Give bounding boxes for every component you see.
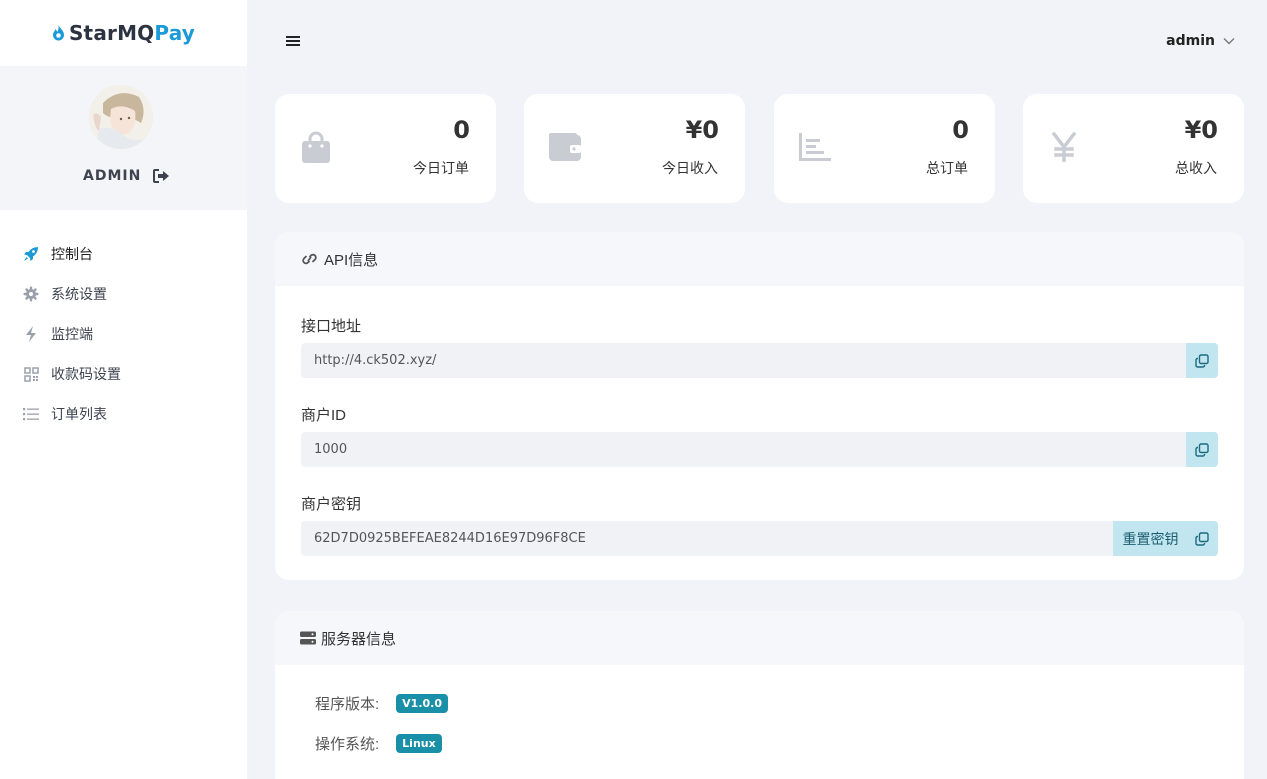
- user-dropdown-name: admin: [1166, 33, 1215, 49]
- copy-merchant-id-button[interactable]: [1186, 432, 1218, 467]
- brand-name-part2: Pay: [154, 21, 196, 45]
- api-url-label: 接口地址: [301, 318, 362, 335]
- sidebar-item-label: 控制台: [51, 246, 93, 262]
- link-icon: [300, 251, 319, 267]
- api-info-card: API信息 接口地址 商户ID 商户密钥 重置密钥: [275, 232, 1244, 580]
- reset-key-button[interactable]: 重置密钥: [1113, 521, 1218, 556]
- top-bar: admin: [247, 0, 1267, 84]
- sidebar-nav: 控制台 系统设置 监控端 收款码设置 订单列表: [0, 234, 247, 434]
- sidebar-item-label: 收款码设置: [51, 366, 121, 382]
- reset-key-label: 重置密钥: [1122, 530, 1179, 547]
- card-title: API信息: [324, 251, 379, 269]
- stat-card-today-income: ¥0 今日收入: [524, 94, 745, 203]
- stat-value: 0: [952, 116, 969, 144]
- server-icon: [300, 631, 316, 645]
- info-label: 程序版本:: [315, 696, 380, 713]
- merchant-id-group: [301, 432, 1218, 467]
- stat-label: 今日订单: [413, 160, 469, 176]
- stat-card-total-orders: 0 总订单: [774, 94, 995, 203]
- logout-icon[interactable]: [153, 169, 170, 183]
- sidebar-item-label: 订单列表: [51, 406, 107, 422]
- flame-icon: [52, 25, 65, 41]
- brand-name-part1: StarMQ: [68, 21, 155, 45]
- brand-logo[interactable]: StarMQ Pay: [0, 0, 247, 66]
- stat-card-total-income: ¥0 总收入: [1023, 94, 1244, 203]
- stat-label: 今日收入: [662, 160, 718, 176]
- stat-card-today-orders: 0 今日订单: [275, 94, 496, 203]
- chart-icon: [798, 130, 832, 164]
- qrcode-icon: [23, 366, 39, 382]
- sidebar-item-orders[interactable]: 订单列表: [0, 394, 247, 434]
- stat-value: 0: [453, 116, 470, 144]
- sidebar-item-monitor[interactable]: 监控端: [0, 314, 247, 354]
- merchant-key-input[interactable]: [301, 521, 1113, 556]
- merchant-id-input[interactable]: [301, 432, 1186, 467]
- gear-icon: [23, 286, 39, 302]
- bolt-icon: [23, 326, 39, 342]
- sidebar-item-label: 系统设置: [51, 286, 107, 302]
- card-header: 服务器信息: [275, 611, 1244, 665]
- user-name: ADMIN: [83, 168, 142, 184]
- copy-url-button[interactable]: [1186, 343, 1218, 378]
- copy-icon[interactable]: [1194, 531, 1209, 546]
- stat-value: ¥0: [1184, 116, 1218, 144]
- copy-icon: [1195, 442, 1209, 457]
- stat-label: 总收入: [1175, 160, 1217, 176]
- stat-label: 总订单: [926, 160, 968, 176]
- user-panel: ADMIN: [0, 66, 247, 210]
- merchant-id-label: 商户ID: [301, 407, 347, 424]
- info-label: 操作系统:: [315, 736, 380, 753]
- yen-icon: [1047, 130, 1081, 164]
- sidebar: StarMQ Pay ADMIN 控制台 系统设置 监控端 收款码设置 订单列表: [0, 0, 247, 779]
- hamburger-menu-icon[interactable]: [286, 34, 300, 48]
- merchant-key-group: 重置密钥: [301, 521, 1218, 556]
- os-badge: Linux: [396, 734, 442, 753]
- version-badge: V1.0.0: [396, 694, 449, 713]
- sidebar-item-dashboard[interactable]: 控制台: [0, 234, 247, 274]
- api-url-group: [301, 343, 1218, 378]
- merchant-key-label: 商户密钥: [301, 496, 362, 513]
- rocket-icon: [23, 246, 39, 262]
- api-url-input[interactable]: [301, 343, 1186, 378]
- user-name-row: ADMIN: [83, 168, 170, 184]
- copy-icon: [1195, 353, 1209, 368]
- list-icon: [23, 406, 39, 422]
- info-row-version: 程序版本: V1.0.0: [315, 693, 449, 714]
- sidebar-item-settings[interactable]: 系统设置: [0, 274, 247, 314]
- bag-icon: [299, 130, 333, 164]
- chevron-down-icon: [1223, 37, 1235, 45]
- server-info-card: 服务器信息 程序版本: V1.0.0 操作系统: Linux: [275, 611, 1244, 779]
- sidebar-item-label: 监控端: [51, 326, 93, 342]
- wallet-icon: [548, 130, 582, 164]
- card-header: API信息: [275, 232, 1244, 286]
- card-title: 服务器信息: [321, 630, 397, 648]
- user-dropdown[interactable]: admin: [1166, 33, 1235, 49]
- avatar[interactable]: [89, 85, 153, 149]
- sidebar-item-qrcode[interactable]: 收款码设置: [0, 354, 247, 394]
- stat-value: ¥0: [685, 116, 719, 144]
- info-row-os: 操作系统: Linux: [315, 733, 442, 754]
